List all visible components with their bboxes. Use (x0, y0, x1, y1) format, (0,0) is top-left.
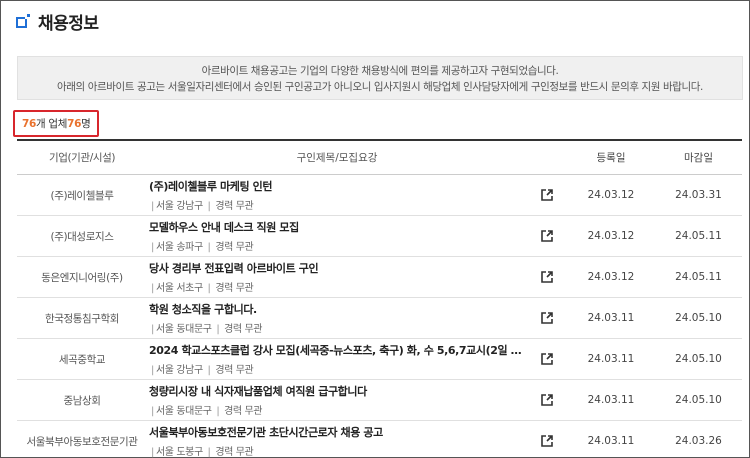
external-link-icon (541, 230, 553, 242)
deadline-date: 24.05.10 (675, 394, 722, 406)
job-posting: 모델하우스 안내 데스크 직원 모집 | 서울 송파구 | 경력 무관 (147, 219, 527, 253)
job-title-link[interactable]: (주)레이첼블루 마케팅 인턴 (149, 178, 527, 194)
job-location: 서울 강남구 (155, 365, 203, 376)
external-link-button[interactable] (527, 270, 567, 284)
job-title-link[interactable]: 서울북부아동보호전문기관 초단시간근로자 채용 공고 (149, 424, 527, 440)
header-registered: 등록일 (596, 152, 626, 164)
external-link-button[interactable] (527, 434, 567, 448)
table-row: 한국정통침구학회 학원 청소직을 구합니다. | 서울 동대문구 | 경력 무관 … (17, 298, 742, 339)
external-link-icon (541, 435, 553, 447)
deadline-date: 24.05.11 (675, 271, 722, 283)
job-location: 서울 강남구 (155, 201, 203, 212)
job-career: 경력 무관 (215, 365, 254, 376)
notice-line-1: 아르바이트 채용공고는 기업의 다양한 채용방식에 편의를 제공하고자 구현되었… (201, 65, 559, 77)
table-row: 중남상회 청량리시장 내 식자재납품업체 여직원 급구합니다 | 서울 동대문구 … (17, 380, 742, 421)
header-deadline: 마감일 (684, 152, 713, 164)
job-posting: 당사 경리부 전표입력 아르바이트 구인 | 서울 서초구 | 경력 무관 (147, 260, 527, 294)
registered-date: 24.03.11 (587, 353, 635, 365)
job-career: 경력 무관 (215, 447, 254, 458)
job-meta: | 서울 동대문구 | 경력 무관 (151, 406, 263, 417)
external-link-button[interactable] (527, 393, 567, 407)
company-name: 한국정통침구학회 (44, 312, 120, 325)
company-name: 세곡중학교 (58, 353, 106, 366)
company-name: (주)레이첼블루 (50, 189, 114, 202)
job-meta: | 서울 동대문구 | 경력 무관 (151, 324, 263, 335)
job-career: 경력 무관 (215, 242, 254, 253)
job-posting: (주)레이첼블루 마케팅 인턴 | 서울 강남구 | 경력 무관 (147, 178, 527, 212)
job-location: 서울 서초구 (155, 283, 203, 294)
job-title-link[interactable]: 모델하우스 안내 데스크 직원 모집 (149, 219, 527, 235)
job-meta: | 서울 강남구 | 경력 무관 (151, 201, 254, 212)
job-career: 경력 무관 (215, 201, 254, 212)
blue-square-icon (16, 14, 30, 28)
header-company: 기업(기관/시설) (48, 152, 116, 164)
external-link-icon (541, 312, 553, 324)
company-name: 동은엔지니어링(주) (41, 271, 123, 284)
deadline-date: 24.05.10 (675, 353, 722, 365)
people-count-unit: 명 (81, 118, 91, 130)
notice-line-2: 아래의 아르바이트 공고는 서울일자리센터에서 승인된 구인공고가 아니오니 입… (57, 81, 703, 93)
page-header: 채용정보 (16, 9, 99, 34)
job-location: 서울 동대문구 (155, 324, 212, 335)
company-name: 서울북부아동보호전문기관 (26, 435, 138, 448)
registered-date: 24.03.12 (587, 230, 635, 242)
job-career: 경력 무관 (224, 324, 263, 335)
job-meta: | 서울 도봉구 | 경력 무관 (151, 447, 254, 458)
external-link-button[interactable] (527, 352, 567, 366)
job-location: 서울 도봉구 (155, 447, 203, 458)
header-title: 구인제목/모집요강 (296, 152, 378, 164)
job-title-link[interactable]: 2024 학교스포츠클럽 강사 모집(세곡중-뉴스포츠, 축구) 화, 수 5,… (149, 342, 527, 358)
company-name: 중남상회 (63, 394, 101, 407)
registered-date: 24.03.12 (587, 271, 635, 283)
job-career: 경력 무관 (215, 283, 254, 294)
job-table: 기업(기관/시설) 구인제목/모집요강 등록일 마감일 (주)레이첼블루 (주)… (17, 139, 742, 458)
registered-date: 24.03.11 (587, 312, 635, 324)
job-posting: 학원 청소직을 구합니다. | 서울 동대문구 | 경력 무관 (147, 301, 527, 335)
job-location: 서울 동대문구 (155, 406, 212, 417)
page-title: 채용정보 (38, 13, 99, 34)
external-link-button[interactable] (527, 229, 567, 243)
people-count: 76 (67, 117, 82, 130)
external-link-icon (541, 271, 553, 283)
job-posting: 2024 학교스포츠클럽 강사 모집(세곡중-뉴스포츠, 축구) 화, 수 5,… (147, 342, 527, 376)
job-title-link[interactable]: 청량리시장 내 식자재납품업체 여직원 급구합니다 (149, 383, 527, 399)
table-row: 서울북부아동보호전문기관 서울북부아동보호전문기관 초단시간근로자 채용 공고 … (17, 421, 742, 458)
external-link-icon (541, 189, 553, 201)
job-title-link[interactable]: 학원 청소직을 구합니다. (149, 301, 527, 317)
job-location: 서울 송파구 (155, 242, 203, 253)
result-count: 76 개 업체 76 명 (13, 110, 99, 137)
job-count: 76 (22, 117, 37, 130)
job-posting: 청량리시장 내 식자재납품업체 여직원 급구합니다 | 서울 동대문구 | 경력 … (147, 383, 527, 417)
external-link-icon (541, 394, 553, 406)
job-posting: 서울북부아동보호전문기관 초단시간근로자 채용 공고 | 서울 도봉구 | 경력 … (147, 424, 527, 458)
deadline-date: 24.03.31 (675, 189, 722, 201)
table-row: 동은엔지니어링(주) 당사 경리부 전표입력 아르바이트 구인 | 서울 서초구 … (17, 257, 742, 298)
table-row: (주)대성로지스 모델하우스 안내 데스크 직원 모집 | 서울 송파구 | 경력… (17, 216, 742, 257)
job-meta: | 서울 송파구 | 경력 무관 (151, 242, 254, 253)
job-meta: | 서울 서초구 | 경력 무관 (151, 283, 254, 294)
table-header: 기업(기관/시설) 구인제목/모집요강 등록일 마감일 (17, 141, 742, 175)
registered-date: 24.03.12 (587, 189, 635, 201)
deadline-date: 24.03.26 (675, 435, 722, 447)
table-row: (주)레이첼블루 (주)레이첼블루 마케팅 인턴 | 서울 강남구 | 경력 무관… (17, 175, 742, 216)
job-career: 경력 무관 (224, 406, 263, 417)
external-link-button[interactable] (527, 188, 567, 202)
job-meta: | 서울 강남구 | 경력 무관 (151, 365, 254, 376)
deadline-date: 24.05.11 (675, 230, 722, 242)
registered-date: 24.03.11 (587, 394, 635, 406)
external-link-button[interactable] (527, 311, 567, 325)
notice-box: 아르바이트 채용공고는 기업의 다양한 채용방식에 편의를 제공하고자 구현되었… (17, 56, 743, 100)
external-link-icon (541, 353, 553, 365)
table-row: 세곡중학교 2024 학교스포츠클럽 강사 모집(세곡중-뉴스포츠, 축구) 화… (17, 339, 742, 380)
registered-date: 24.03.11 (587, 435, 635, 447)
company-name: (주)대성로지스 (50, 230, 114, 243)
deadline-date: 24.05.10 (675, 312, 722, 324)
job-title-link[interactable]: 당사 경리부 전표입력 아르바이트 구인 (149, 260, 527, 276)
job-count-unit: 개 업체 (36, 118, 68, 130)
